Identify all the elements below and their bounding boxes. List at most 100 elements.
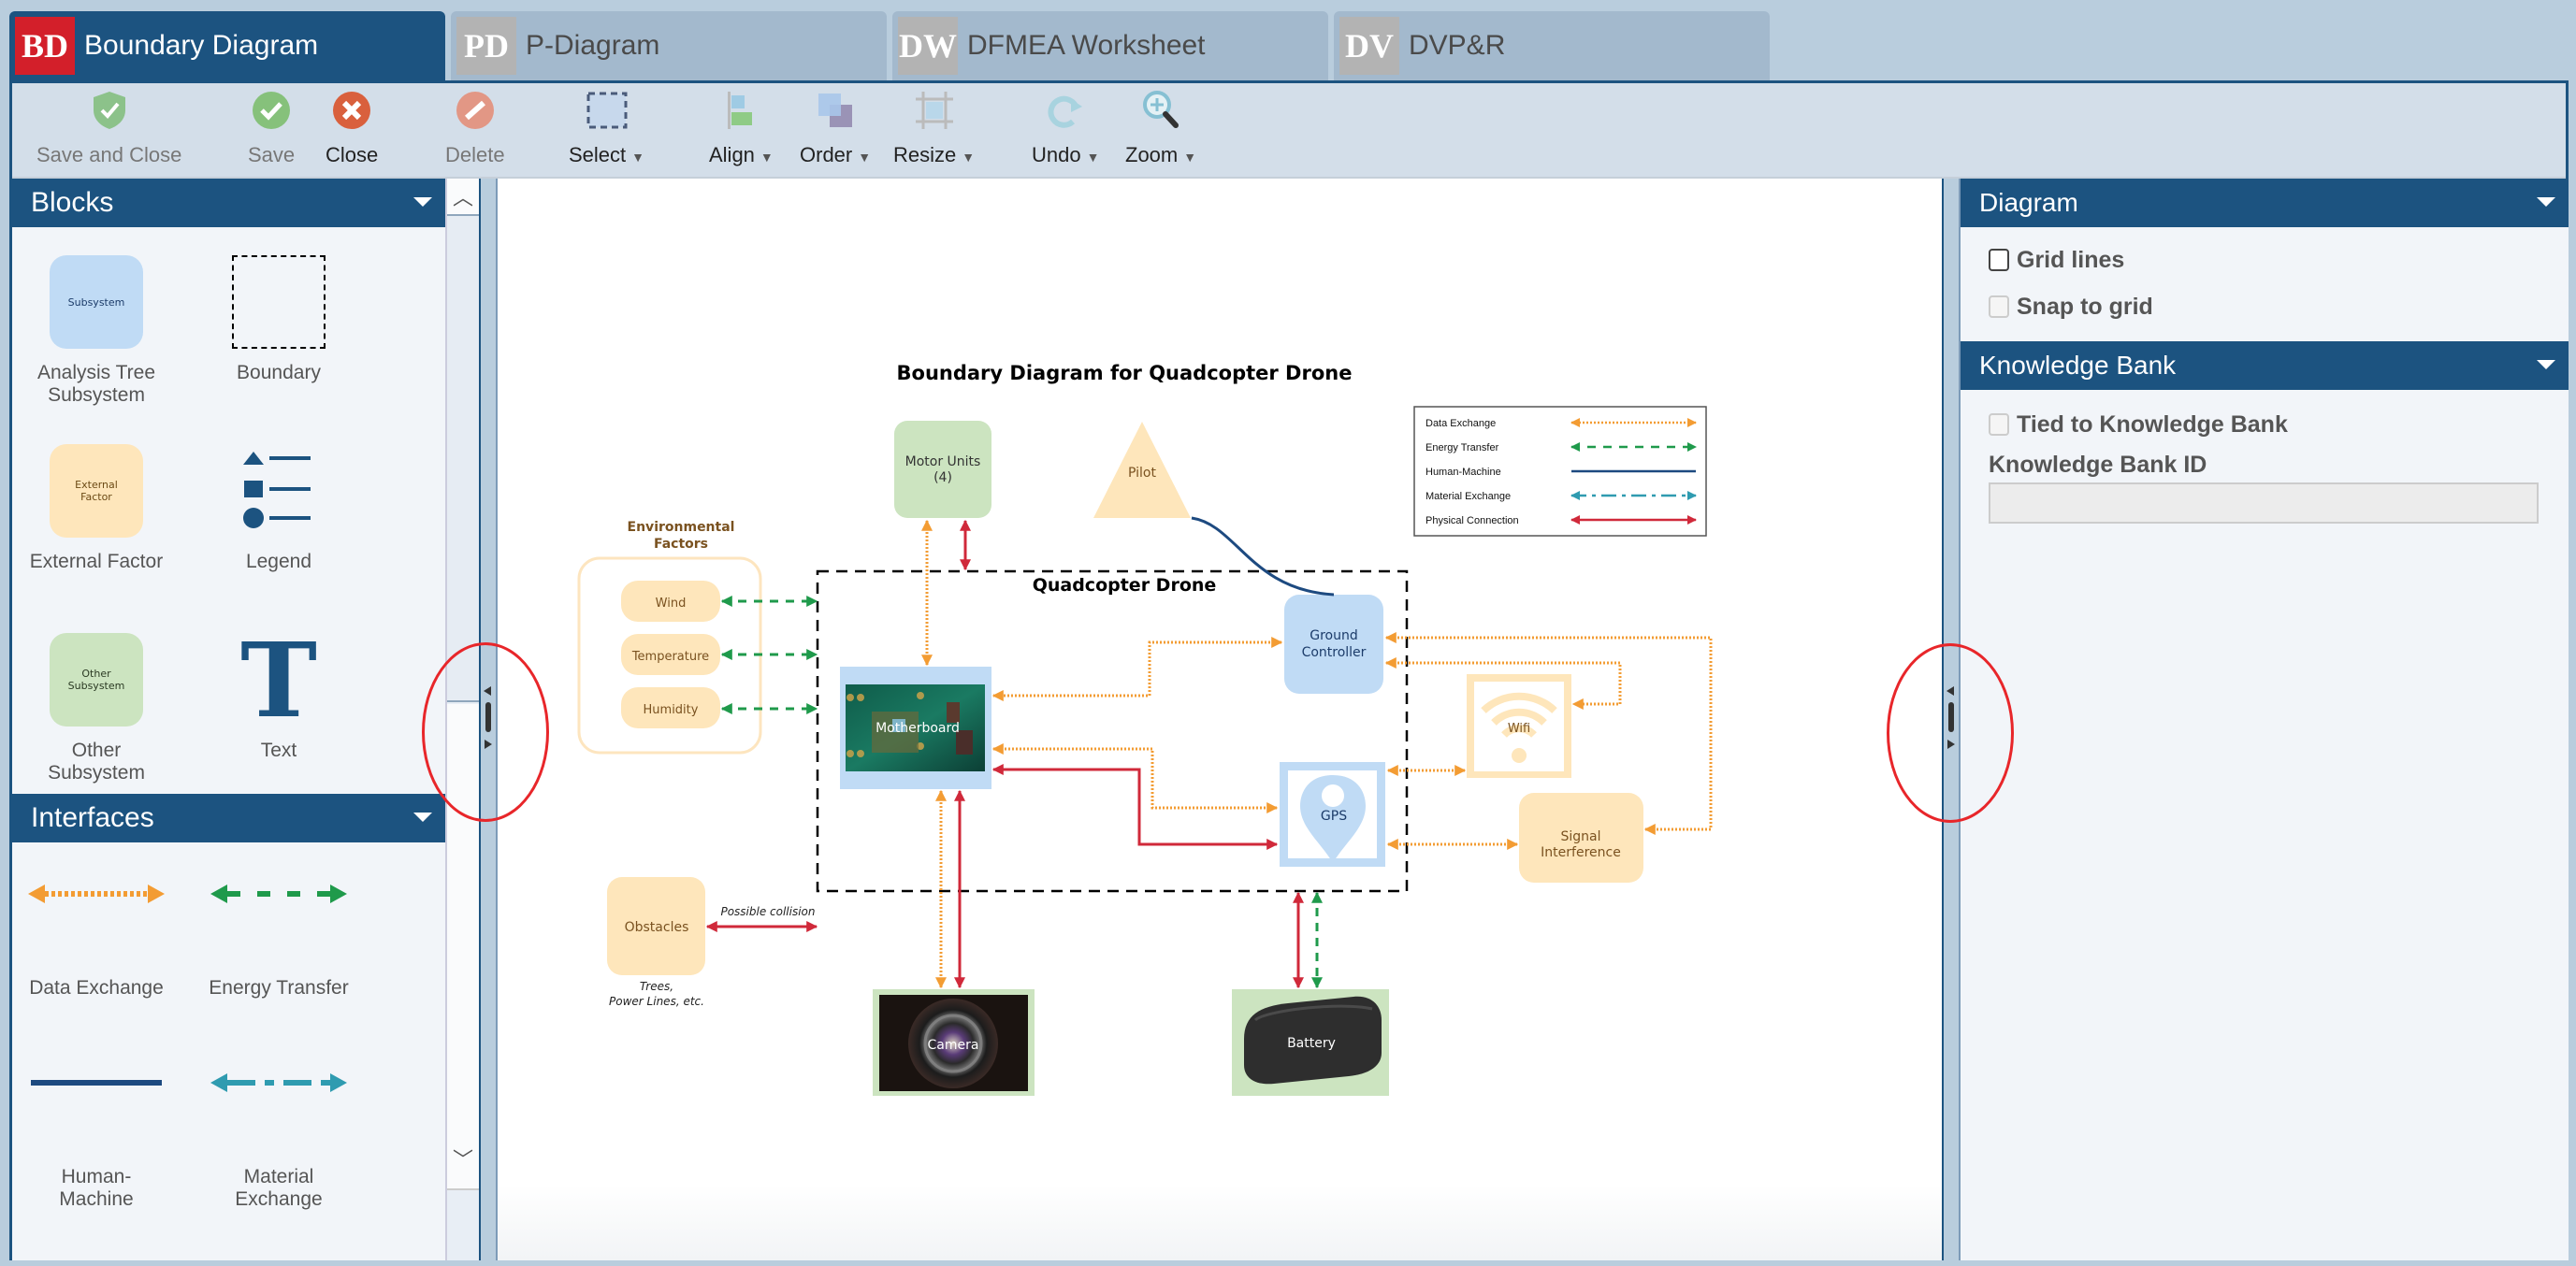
diagram-canvas[interactable]: Boundary Diagram for Quadcopter Drone Qu… — [498, 179, 1942, 1260]
node-ground-controller[interactable]: Ground Controller — [1284, 595, 1383, 694]
diagram-section-header[interactable]: Diagram — [1961, 179, 2569, 227]
collapse-left-arrow-icon[interactable] — [1946, 686, 1954, 696]
expand-right-arrow-icon[interactable] — [1947, 740, 1955, 749]
palette-boundary[interactable]: Boundary — [195, 255, 363, 384]
scroll-up-chevron-icon[interactable]: ︿ — [447, 179, 479, 216]
blocks-section-header[interactable]: Blocks — [12, 179, 445, 227]
knowledge-bank-section-header[interactable]: Knowledge Bank — [1961, 341, 2569, 390]
left-palette-panel: Blocks Subsystem Analysis Tree Subsystem… — [12, 179, 445, 1260]
node-motherboard[interactable]: Motherboard — [840, 667, 991, 789]
palette-energy-transfer[interactable]: Energy Transfer — [195, 880, 363, 1000]
tied-to-kb-checkbox[interactable]: Tied to Knowledge Bank — [1961, 401, 2569, 448]
palette-label: External Factor — [29, 551, 164, 572]
palette-external-factor[interactable]: External Factor External Factor — [12, 444, 181, 573]
env-label-line1: Environmental — [628, 520, 735, 535]
resize-dropdown[interactable]: Resize ▼ — [893, 89, 975, 167]
node-wifi[interactable]: Wifi — [1467, 674, 1571, 778]
delete-button[interactable]: Delete — [445, 89, 505, 167]
splitter-grip-handle[interactable] — [485, 702, 491, 732]
tab-label: Boundary Diagram — [84, 30, 319, 61]
left-panel-splitter[interactable] — [479, 179, 498, 1260]
node-humidity[interactable]: Humidity — [621, 687, 720, 728]
node-gps[interactable]: GPS — [1280, 762, 1385, 867]
node-camera[interactable]: Camera — [873, 989, 1035, 1096]
data-motherboard-gps-link[interactable] — [991, 743, 1279, 813]
snap-to-grid-checkbox[interactable]: Snap to grid — [1961, 283, 2569, 330]
node-battery[interactable]: Battery — [1232, 989, 1389, 1096]
palette-legend[interactable]: Legend — [195, 444, 363, 573]
tab-label: DVP&R — [1409, 30, 1506, 61]
diagram-legend[interactable]: Data Exchange Energy Transfer Human-Machin… — [1413, 406, 1707, 537]
palette-text[interactable]: T Text — [195, 619, 363, 762]
interfaces-section-header[interactable]: Interfaces — [12, 794, 445, 842]
checkbox-box[interactable] — [1989, 295, 2009, 318]
tab-dfmea-worksheet[interactable]: DW DFMEA Worksheet — [892, 11, 1328, 80]
collapse-left-arrow-icon[interactable] — [484, 686, 491, 696]
collapse-triangle-icon — [413, 197, 432, 207]
text-t-icon: T — [240, 619, 317, 741]
scroll-thumb[interactable] — [447, 216, 479, 702]
save-and-close-button[interactable]: Save and Close — [36, 89, 181, 167]
signal-interference-line2: Interference — [1541, 845, 1621, 860]
grid-lines-checkbox[interactable]: Grid lines — [1961, 237, 2569, 283]
node-pilot[interactable]: Pilot — [1093, 422, 1191, 518]
battery-label: Battery — [1287, 1036, 1336, 1051]
checkbox-box[interactable] — [1989, 249, 2009, 271]
palette-material-exchange[interactable]: Material Exchange — [195, 1069, 363, 1211]
node-signal-interference[interactable]: Signal Interference — [1519, 793, 1643, 883]
node-motor-units[interactable]: Motor Units (4) — [894, 421, 991, 518]
palette-label: Other Subsystem — [48, 740, 145, 784]
properties-panel: Diagram Grid lines Snap to grid Knowledg… — [1961, 179, 2569, 1260]
wifi-label: Wifi — [1508, 722, 1530, 736]
align-dropdown[interactable]: Align ▼ — [709, 89, 774, 167]
palette-other-subsystem[interactable]: Other Subsystem Other Subsystem — [12, 633, 181, 784]
palette-human-machine[interactable]: Human-Machine — [12, 1069, 181, 1211]
palette-label: Analysis Tree Subsystem — [36, 362, 156, 406]
external-factor-swatch: External Factor — [50, 444, 143, 538]
close-button[interactable]: Close — [326, 89, 378, 167]
align-icon — [719, 89, 762, 132]
env-label-line2: Factors — [654, 537, 708, 552]
zoom-dropdown[interactable]: Zoom ▼ — [1125, 89, 1196, 167]
kb-id-input[interactable] — [1989, 482, 2539, 524]
right-panel-splitter[interactable] — [1942, 179, 1961, 1260]
save-and-close-label: Save and Close — [36, 143, 182, 166]
tab-dvpr[interactable]: DV DVP&R — [1334, 11, 1770, 80]
save-button[interactable]: Save — [248, 89, 295, 167]
tab-p-diagram[interactable]: PD P-Diagram — [451, 11, 887, 80]
motor-units-line1: Motor Units — [905, 454, 981, 469]
scroll-down-chevron-icon[interactable]: ﹀ — [447, 1129, 479, 1190]
checkbox-box[interactable] — [1989, 413, 2009, 436]
motor-units-line2: (4) — [933, 470, 952, 485]
select-dropdown[interactable]: Select ▼ — [569, 89, 644, 167]
palette-label: Legend — [245, 551, 312, 572]
palette-label: Energy Transfer — [209, 977, 349, 999]
tab-boundary-diagram[interactable]: BD Boundary Diagram — [9, 11, 445, 80]
document-tabs: BD Boundary Diagram PD P-Diagram DW DFME… — [9, 11, 1770, 80]
gps-label: GPS — [1321, 809, 1347, 824]
obstacles-note: Trees, Power Lines, etc. — [609, 980, 704, 1008]
palette-scrollbar[interactable]: ︿ ﹀ — [445, 179, 479, 1260]
order-dropdown[interactable]: Order ▼ — [800, 89, 871, 167]
collapse-triangle-icon — [2537, 197, 2555, 207]
node-wind[interactable]: Wind — [621, 581, 720, 622]
legend-label: Data Exchange — [1425, 418, 1496, 429]
splitter-grip-handle[interactable] — [1948, 702, 1954, 732]
data-exchange-arrow-icon — [28, 885, 165, 903]
palette-analysis-tree-subsystem[interactable]: Subsystem Analysis Tree Subsystem — [12, 255, 181, 407]
caret-down-icon: ▼ — [858, 150, 872, 165]
tab-label: DFMEA Worksheet — [967, 30, 1206, 61]
node-temperature[interactable]: Temperature — [621, 634, 720, 675]
node-obstacles[interactable]: Obstacles — [607, 877, 705, 975]
expand-right-arrow-icon[interactable] — [485, 740, 492, 749]
caret-down-icon: ▼ — [1086, 150, 1100, 165]
undo-dropdown[interactable]: Undo ▼ — [1032, 89, 1099, 167]
data-motherboard-ground-link[interactable] — [991, 637, 1283, 701]
grid-lines-label: Grid lines — [2017, 246, 2125, 273]
wind-label: Wind — [656, 597, 687, 611]
collision-label: Possible collision — [720, 905, 815, 918]
scroll-track — [447, 704, 479, 1129]
caret-down-icon: ▼ — [631, 150, 645, 165]
delete-label: Delete — [445, 143, 505, 166]
palette-data-exchange[interactable]: Data Exchange — [12, 880, 181, 1000]
